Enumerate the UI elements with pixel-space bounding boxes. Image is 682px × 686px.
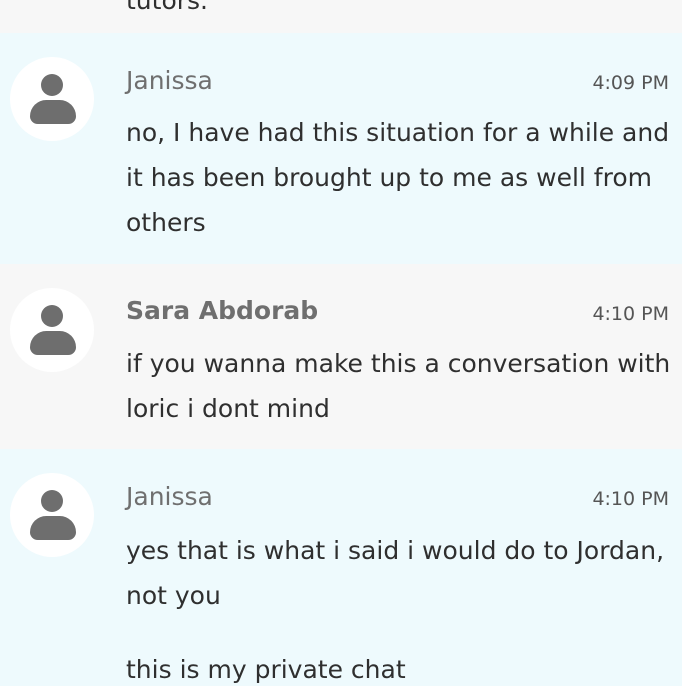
avatar-shoulders — [30, 100, 76, 124]
message-text: this is my private chat — [126, 655, 406, 684]
message-author[interactable]: Janissa — [126, 482, 213, 511]
message-timestamp: 4:09 PM — [592, 72, 669, 94]
message-timestamp: 4:10 PM — [592, 303, 669, 325]
user-avatar-icon[interactable] — [10, 288, 94, 372]
message-author[interactable]: Sara Abdorab — [126, 296, 318, 325]
message-text: if you wanna make this a conversation wi… — [126, 349, 671, 423]
user-avatar-icon[interactable] — [10, 473, 94, 557]
message-item: Sara Abdorab 4:10 PM if you wanna make t… — [0, 264, 682, 449]
avatar-shoulders — [30, 331, 76, 355]
previous-message-fragment: tutors. — [0, 0, 682, 33]
avatar-shoulders — [30, 516, 76, 540]
message-item: Janissa 4:09 PM no, I have had this situ… — [0, 33, 682, 264]
avatar-head — [41, 74, 63, 96]
user-avatar-icon[interactable] — [10, 57, 94, 141]
avatar-head — [41, 305, 63, 327]
message-text: yes that is what i said i would do to Jo… — [126, 536, 665, 610]
message-author[interactable]: Janissa — [126, 66, 213, 95]
message-text: no, I have had this situation for a whil… — [126, 118, 670, 237]
message-item: Janissa 4:10 PM yes that is what i said … — [0, 449, 682, 686]
previous-message-text: tutors. — [126, 0, 208, 15]
message-timestamp: 4:10 PM — [592, 488, 669, 510]
avatar-head — [41, 490, 63, 512]
